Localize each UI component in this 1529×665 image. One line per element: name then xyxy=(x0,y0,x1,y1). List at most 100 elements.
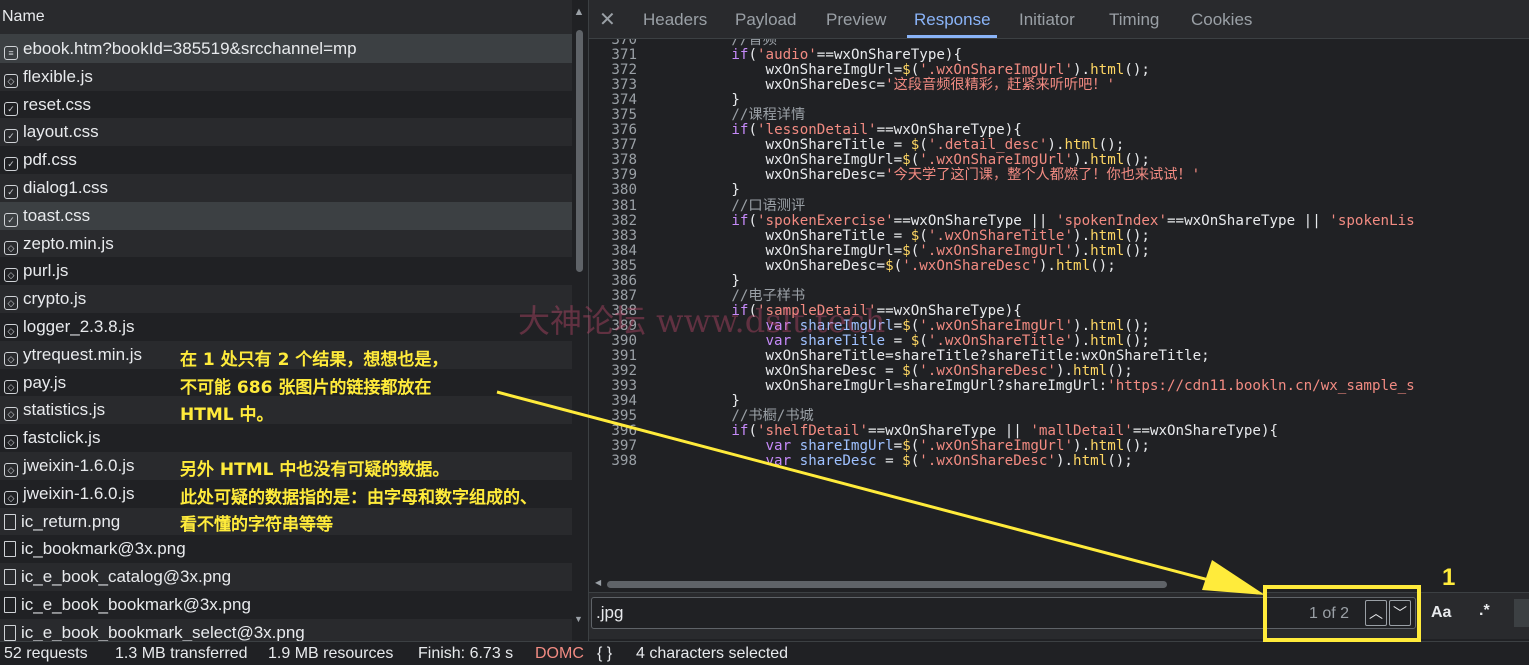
code-token: shareDesc xyxy=(799,453,877,470)
name-column-header[interactable]: Name xyxy=(0,0,572,35)
chevron-up-icon: ︿ xyxy=(1369,605,1383,621)
scroll-down-arrow-icon[interactable]: ▼ xyxy=(574,614,583,624)
request-row[interactable]: ◇ logger_2.3.8.js xyxy=(0,313,572,341)
search-options-button[interactable] xyxy=(1514,599,1529,627)
tab-headers[interactable]: Headers xyxy=(643,10,707,30)
stylesheet-icon: ✓ xyxy=(4,101,18,116)
previous-match-button[interactable]: ︿ xyxy=(1365,600,1387,626)
request-row[interactable]: ◇ statistics.js xyxy=(0,396,572,425)
pretty-print-button[interactable]: { } xyxy=(597,643,612,665)
code-line: 372 wxOnShareImgUrl=$('.wxOnShareImgUrl'… xyxy=(589,63,1529,78)
code-line: 382 if('spokenExercise'==wxOnShareType |… xyxy=(589,212,1529,229)
request-name: pay.js xyxy=(23,372,67,392)
line-number: 381 xyxy=(611,197,637,214)
code-token: '.wxOnShareTitle' xyxy=(927,332,1074,349)
code-token: ( xyxy=(893,257,903,274)
request-row[interactable]: ◇ zepto.min.js xyxy=(0,229,572,258)
code-line: 383 wxOnShareTitle = $('.wxOnShareTitle'… xyxy=(589,227,1529,244)
code-token: $ xyxy=(902,363,911,380)
code-token: (); xyxy=(1124,332,1150,349)
request-name: flexible.js xyxy=(23,66,93,86)
request-name: ic_e_book_bookmark_select@3x.png xyxy=(21,622,305,641)
code-token: ). xyxy=(1073,438,1091,455)
code-token: ==wxOnShareType){ xyxy=(876,122,1022,139)
code-token: ( xyxy=(748,47,757,64)
request-list-scrollbar-thumb[interactable] xyxy=(576,30,583,272)
code-horizontal-scrollbar-thumb[interactable] xyxy=(607,581,1167,588)
code-line: 396 if('shelfDetail'==wxOnShareType || '… xyxy=(589,424,1529,439)
network-request-panel: Name ▲ ≡ ebook.htm?bookId=385519&srcchann… xyxy=(0,0,586,641)
code-token: ). xyxy=(1038,257,1056,274)
search-input[interactable] xyxy=(591,597,1416,629)
code-token: $ xyxy=(910,227,920,244)
tab-cookies[interactable]: Cookies xyxy=(1191,10,1252,30)
request-row[interactable]: ✓ reset.css xyxy=(0,91,572,119)
sort-ascending-icon[interactable]: ▲ xyxy=(572,6,586,22)
tab-timing[interactable]: Timing xyxy=(1109,10,1159,30)
tab-payload[interactable]: Payload xyxy=(735,10,796,30)
request-row[interactable]: ✓ dialog1.css xyxy=(0,173,572,202)
request-name: zepto.min.js xyxy=(23,233,114,253)
line-number: 371 xyxy=(611,47,637,64)
tab-initiator[interactable]: Initiator xyxy=(1019,10,1075,30)
script-icon: ◇ xyxy=(4,462,18,477)
code-line: 398 var shareDesc = $('.wxOnShareDesc').… xyxy=(589,454,1529,469)
tab-response[interactable]: Response xyxy=(914,10,991,30)
line-number: 379 xyxy=(611,167,637,184)
request-row[interactable]: ic_bookmark@3x.png xyxy=(0,535,572,563)
request-row[interactable]: ic_e_book_bookmark@3x.png xyxy=(0,591,572,619)
request-row[interactable]: ✓ pdf.css xyxy=(0,146,572,174)
code-line: 379 wxOnShareDesc='今天学了这门课，整个人都燃了！你也来试试！… xyxy=(589,168,1529,183)
request-name: purl.js xyxy=(23,261,69,281)
document-icon: ≡ xyxy=(4,46,18,60)
watermark: 大神论坛 www.dslt.tech xyxy=(518,302,886,340)
code-token: wxOnShareTitle = xyxy=(663,227,911,244)
regex-button[interactable]: .* xyxy=(1479,602,1490,620)
line-number: 392 xyxy=(611,363,637,380)
code-line: 395 //书橱/书城 xyxy=(589,409,1529,424)
request-row[interactable]: ◇ purl.js xyxy=(0,257,572,285)
code-token: html xyxy=(1090,62,1125,79)
code-token: $ xyxy=(902,317,911,334)
request-row[interactable]: ✓ toast.css xyxy=(0,201,572,230)
script-icon: ◇ xyxy=(4,351,18,366)
match-case-button[interactable]: Aa xyxy=(1431,604,1451,622)
selection-status: 4 characters selected xyxy=(636,645,789,662)
code-token: $ xyxy=(902,438,911,455)
code-token: ( xyxy=(910,152,920,169)
request-name: crypto.js xyxy=(23,289,87,309)
code-token: 'spokenIndex' xyxy=(1055,212,1167,229)
request-row[interactable]: ✓ layout.css xyxy=(0,118,572,147)
request-row[interactable]: ic_e_book_catalog@3x.png xyxy=(0,563,572,591)
finish-time: Finish: 6.73 s xyxy=(418,645,514,662)
code-token: 'spokenExercise' xyxy=(756,212,894,229)
scroll-left-arrow-icon[interactable]: ◀ xyxy=(595,578,601,587)
code-token: $ xyxy=(902,453,911,470)
tab-preview[interactable]: Preview xyxy=(826,10,886,30)
request-name: fastclick.js xyxy=(23,428,101,448)
script-icon: ◇ xyxy=(4,490,18,505)
code-token: ). xyxy=(1047,137,1065,154)
request-row[interactable]: ◇ fastclick.js xyxy=(0,424,572,452)
close-icon[interactable]: ✕ xyxy=(599,7,616,32)
code-token: $ xyxy=(885,257,894,274)
next-match-button[interactable]: ﹀ xyxy=(1389,600,1411,626)
request-row[interactable]: ≡ ebook.htm?bookId=385519&srcchannel=mp xyxy=(0,35,572,63)
line-number: 391 xyxy=(611,347,637,364)
line-number: 393 xyxy=(611,378,637,395)
request-row[interactable]: ◇ flexible.js xyxy=(0,62,572,91)
request-row[interactable]: ic_e_book_bookmark_select@3x.png xyxy=(0,618,572,641)
line-number: 377 xyxy=(611,137,637,154)
code-token: '今天学了这门课，整个人都燃了！你也来试试！' xyxy=(885,167,1201,184)
code-token: = xyxy=(893,317,903,334)
code-token: //书橱/书城 xyxy=(663,408,814,425)
code-token: (); xyxy=(1124,242,1150,259)
code-token: $ xyxy=(902,152,911,169)
code-token: '.wxOnShareDesc' xyxy=(902,257,1039,274)
request-row[interactable]: ◇ crypto.js xyxy=(0,285,572,313)
line-number: 384 xyxy=(611,242,637,259)
request-name: ic_e_book_bookmark@3x.png xyxy=(21,594,251,614)
transferred-size: 1.3 MB transferred xyxy=(115,645,248,662)
